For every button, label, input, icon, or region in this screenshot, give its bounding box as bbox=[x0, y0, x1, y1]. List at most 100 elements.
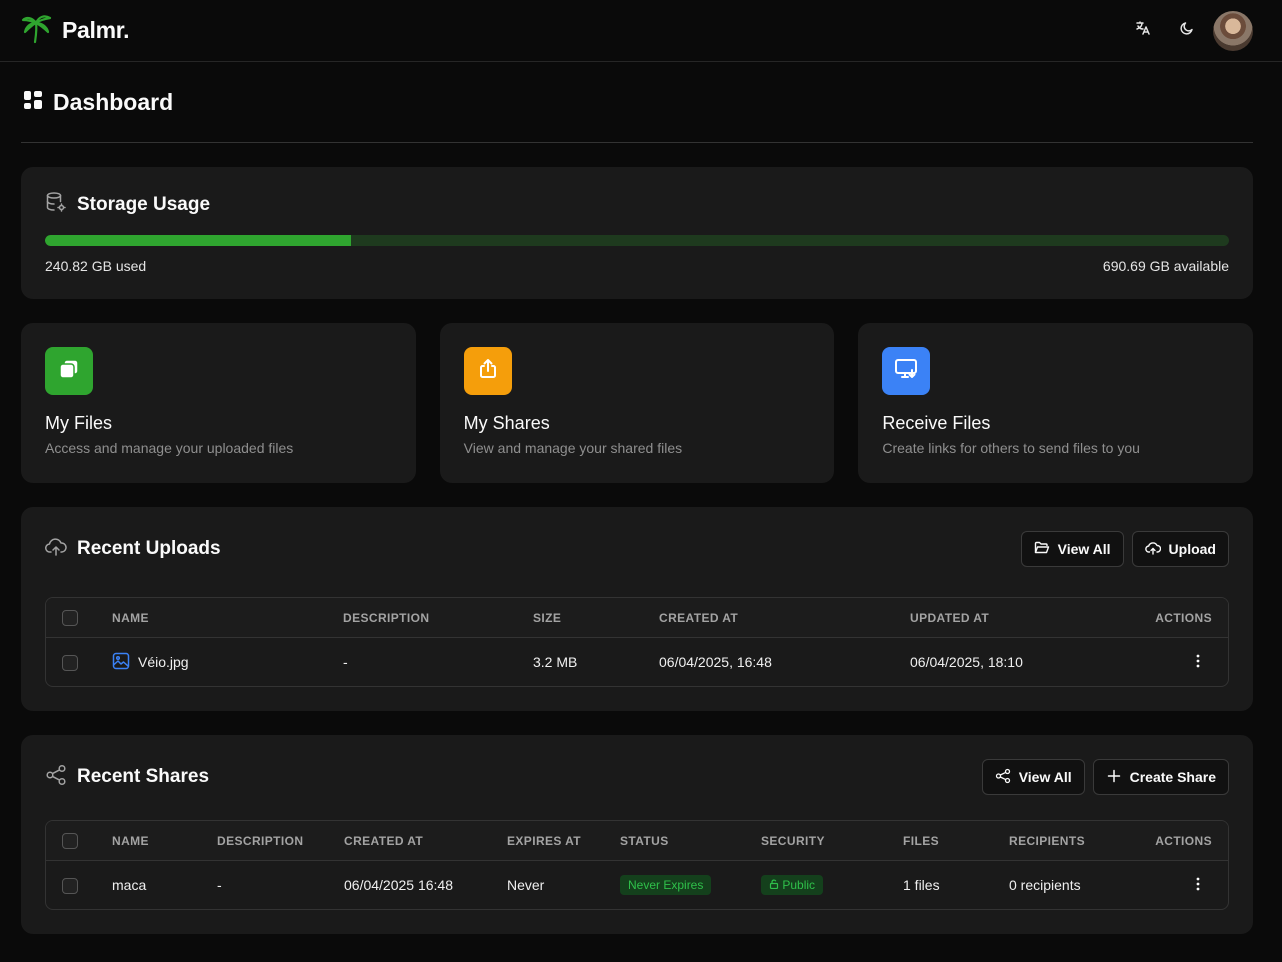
image-file-icon bbox=[112, 652, 130, 673]
quick-icon-bg bbox=[45, 347, 93, 395]
unlock-icon bbox=[769, 878, 782, 892]
column-header[interactable]: UPDATED AT bbox=[910, 598, 1104, 638]
column-header[interactable]: RECIPIENTS bbox=[1009, 821, 1121, 861]
recent-shares-table: NAME DESCRIPTION CREATED AT EXPIRES AT S… bbox=[45, 820, 1229, 910]
recent-uploads-table: NAME DESCRIPTION SIZE CREATED AT UPDATED… bbox=[45, 597, 1229, 687]
palm-tree-logo-icon bbox=[20, 11, 54, 50]
files-icon bbox=[57, 357, 81, 386]
more-vertical-icon[interactable] bbox=[1196, 877, 1200, 894]
column-header[interactable]: NAME bbox=[112, 598, 343, 638]
status-badge: Never Expires bbox=[620, 875, 712, 895]
file-created-at: 06/04/2025, 16:48 bbox=[659, 654, 772, 670]
share-created-at: 06/04/2025 16:48 bbox=[344, 877, 453, 893]
row-actions-cell bbox=[1103, 638, 1228, 686]
select-all-cell bbox=[46, 821, 112, 861]
column-header[interactable]: FILES bbox=[903, 821, 1009, 861]
storage-usage-card: Storage Usage 240.82 GB used 690.69 GB a… bbox=[21, 167, 1253, 299]
table-row[interactable]: Véio.jpg - 3.2 MB 06/04/2025, 16:48 06/0… bbox=[46, 638, 1228, 686]
row-select-cell bbox=[46, 638, 112, 686]
quick-icon-bg bbox=[882, 347, 931, 395]
table-header-row: NAME DESCRIPTION SIZE CREATED AT UPDATED… bbox=[46, 598, 1228, 638]
create-share-label: Create Share bbox=[1129, 769, 1216, 785]
share-status-cell: Never Expires bbox=[620, 861, 761, 909]
storage-progress-fill bbox=[45, 235, 352, 246]
user-avatar[interactable] bbox=[1213, 10, 1253, 51]
storage-progress-bar bbox=[45, 235, 1229, 246]
share-security-cell: Public bbox=[761, 861, 903, 909]
file-updated-at: 06/04/2025, 18:10 bbox=[910, 654, 1023, 670]
select-all-checkbox[interactable] bbox=[62, 832, 78, 849]
theme-toggle-button[interactable] bbox=[1165, 11, 1209, 51]
view-all-shares-button[interactable]: View All bbox=[981, 759, 1085, 795]
column-header[interactable]: NAME bbox=[112, 821, 217, 861]
top-bar: Palmr. bbox=[0, 0, 1282, 62]
share-nodes-icon bbox=[995, 768, 1011, 787]
brand-name: Palmr. bbox=[62, 17, 130, 43]
column-header[interactable]: SECURITY bbox=[761, 821, 903, 861]
row-actions-cell bbox=[1121, 861, 1228, 909]
upload-label: Upload bbox=[1168, 541, 1216, 557]
moon-icon bbox=[1179, 20, 1195, 41]
quick-action-desc: Create links for others to send files to… bbox=[882, 440, 1140, 456]
quick-action-receive-files[interactable]: Receive Files Create links for others to… bbox=[858, 323, 1254, 483]
folder-open-icon bbox=[1034, 540, 1050, 559]
column-header[interactable]: CREATED AT bbox=[659, 598, 910, 638]
file-name: Véio.jpg bbox=[138, 654, 189, 670]
storage-used-label: 240.82 GB used bbox=[45, 258, 147, 274]
dashboard-grid-icon bbox=[23, 90, 43, 115]
view-all-label: View All bbox=[1018, 769, 1072, 785]
view-all-label: View All bbox=[1057, 541, 1111, 557]
recent-uploads-card: Recent Uploads View All Upload NAME DESC… bbox=[21, 507, 1253, 711]
column-header[interactable]: SIZE bbox=[533, 598, 659, 638]
language-button[interactable] bbox=[1121, 11, 1165, 51]
row-checkbox[interactable] bbox=[62, 877, 78, 894]
quick-action-desc: Access and manage your uploaded files bbox=[45, 440, 294, 456]
file-size: 3.2 MB bbox=[533, 654, 578, 670]
table-row[interactable]: maca - 06/04/2025 16:48 Never Never Expi… bbox=[46, 861, 1228, 909]
column-header: ACTIONS bbox=[1120, 821, 1228, 861]
quick-action-title: My Files bbox=[45, 413, 112, 433]
column-header[interactable]: CREATED AT bbox=[344, 821, 507, 861]
share-files: 1 files bbox=[903, 877, 940, 893]
share-expires-at: Never bbox=[507, 877, 545, 893]
brand[interactable]: Palmr. bbox=[20, 11, 130, 50]
select-all-checkbox[interactable] bbox=[62, 609, 78, 626]
upload-button[interactable]: Upload bbox=[1131, 531, 1229, 567]
column-header[interactable]: DESCRIPTION bbox=[217, 821, 344, 861]
recent-shares-card: Recent Shares View All Create Share NAME… bbox=[21, 735, 1253, 934]
file-name-cell[interactable]: Véio.jpg bbox=[112, 638, 343, 686]
select-all-cell bbox=[46, 598, 112, 638]
quick-action-desc: View and manage your shared files bbox=[463, 440, 683, 456]
recent-shares-title: Recent Shares bbox=[77, 766, 210, 787]
quick-icon-bg bbox=[463, 347, 512, 395]
column-header[interactable]: DESCRIPTION bbox=[343, 598, 533, 638]
quick-action-my-shares[interactable]: My Shares View and manage your shared fi… bbox=[439, 323, 835, 483]
column-header[interactable]: EXPIRES AT bbox=[507, 821, 620, 861]
create-share-button[interactable]: Create Share bbox=[1092, 759, 1229, 795]
column-header: ACTIONS bbox=[1103, 598, 1228, 638]
cloud-upload-icon bbox=[1144, 540, 1161, 559]
quick-action-my-files[interactable]: My Files Access and manage your uploaded… bbox=[21, 323, 416, 483]
cloud-upload-icon bbox=[45, 536, 67, 563]
page-title: Dashboard bbox=[53, 88, 174, 115]
plus-icon bbox=[1106, 768, 1122, 787]
translate-icon bbox=[1135, 20, 1151, 41]
view-all-files-button[interactable]: View All bbox=[1020, 531, 1124, 567]
file-description: - bbox=[343, 654, 348, 670]
storage-available-label: 690.69 GB available bbox=[1102, 258, 1229, 274]
share-upload-icon bbox=[476, 357, 500, 386]
more-vertical-icon[interactable] bbox=[1196, 654, 1200, 671]
monitor-download-icon bbox=[893, 356, 919, 387]
share-nodes-icon bbox=[45, 764, 67, 791]
share-name[interactable]: maca bbox=[112, 861, 217, 909]
share-recipients: 0 recipients bbox=[1009, 877, 1081, 893]
database-settings-icon bbox=[45, 191, 67, 218]
table-header-row: NAME DESCRIPTION CREATED AT EXPIRES AT S… bbox=[46, 821, 1228, 861]
row-select-cell bbox=[46, 861, 112, 909]
row-checkbox[interactable] bbox=[62, 654, 78, 671]
share-description: - bbox=[217, 877, 222, 893]
column-header[interactable]: STATUS bbox=[620, 821, 761, 861]
security-label: Public bbox=[782, 878, 816, 892]
security-badge: Public bbox=[761, 875, 824, 895]
quick-action-title: My Shares bbox=[463, 413, 550, 433]
